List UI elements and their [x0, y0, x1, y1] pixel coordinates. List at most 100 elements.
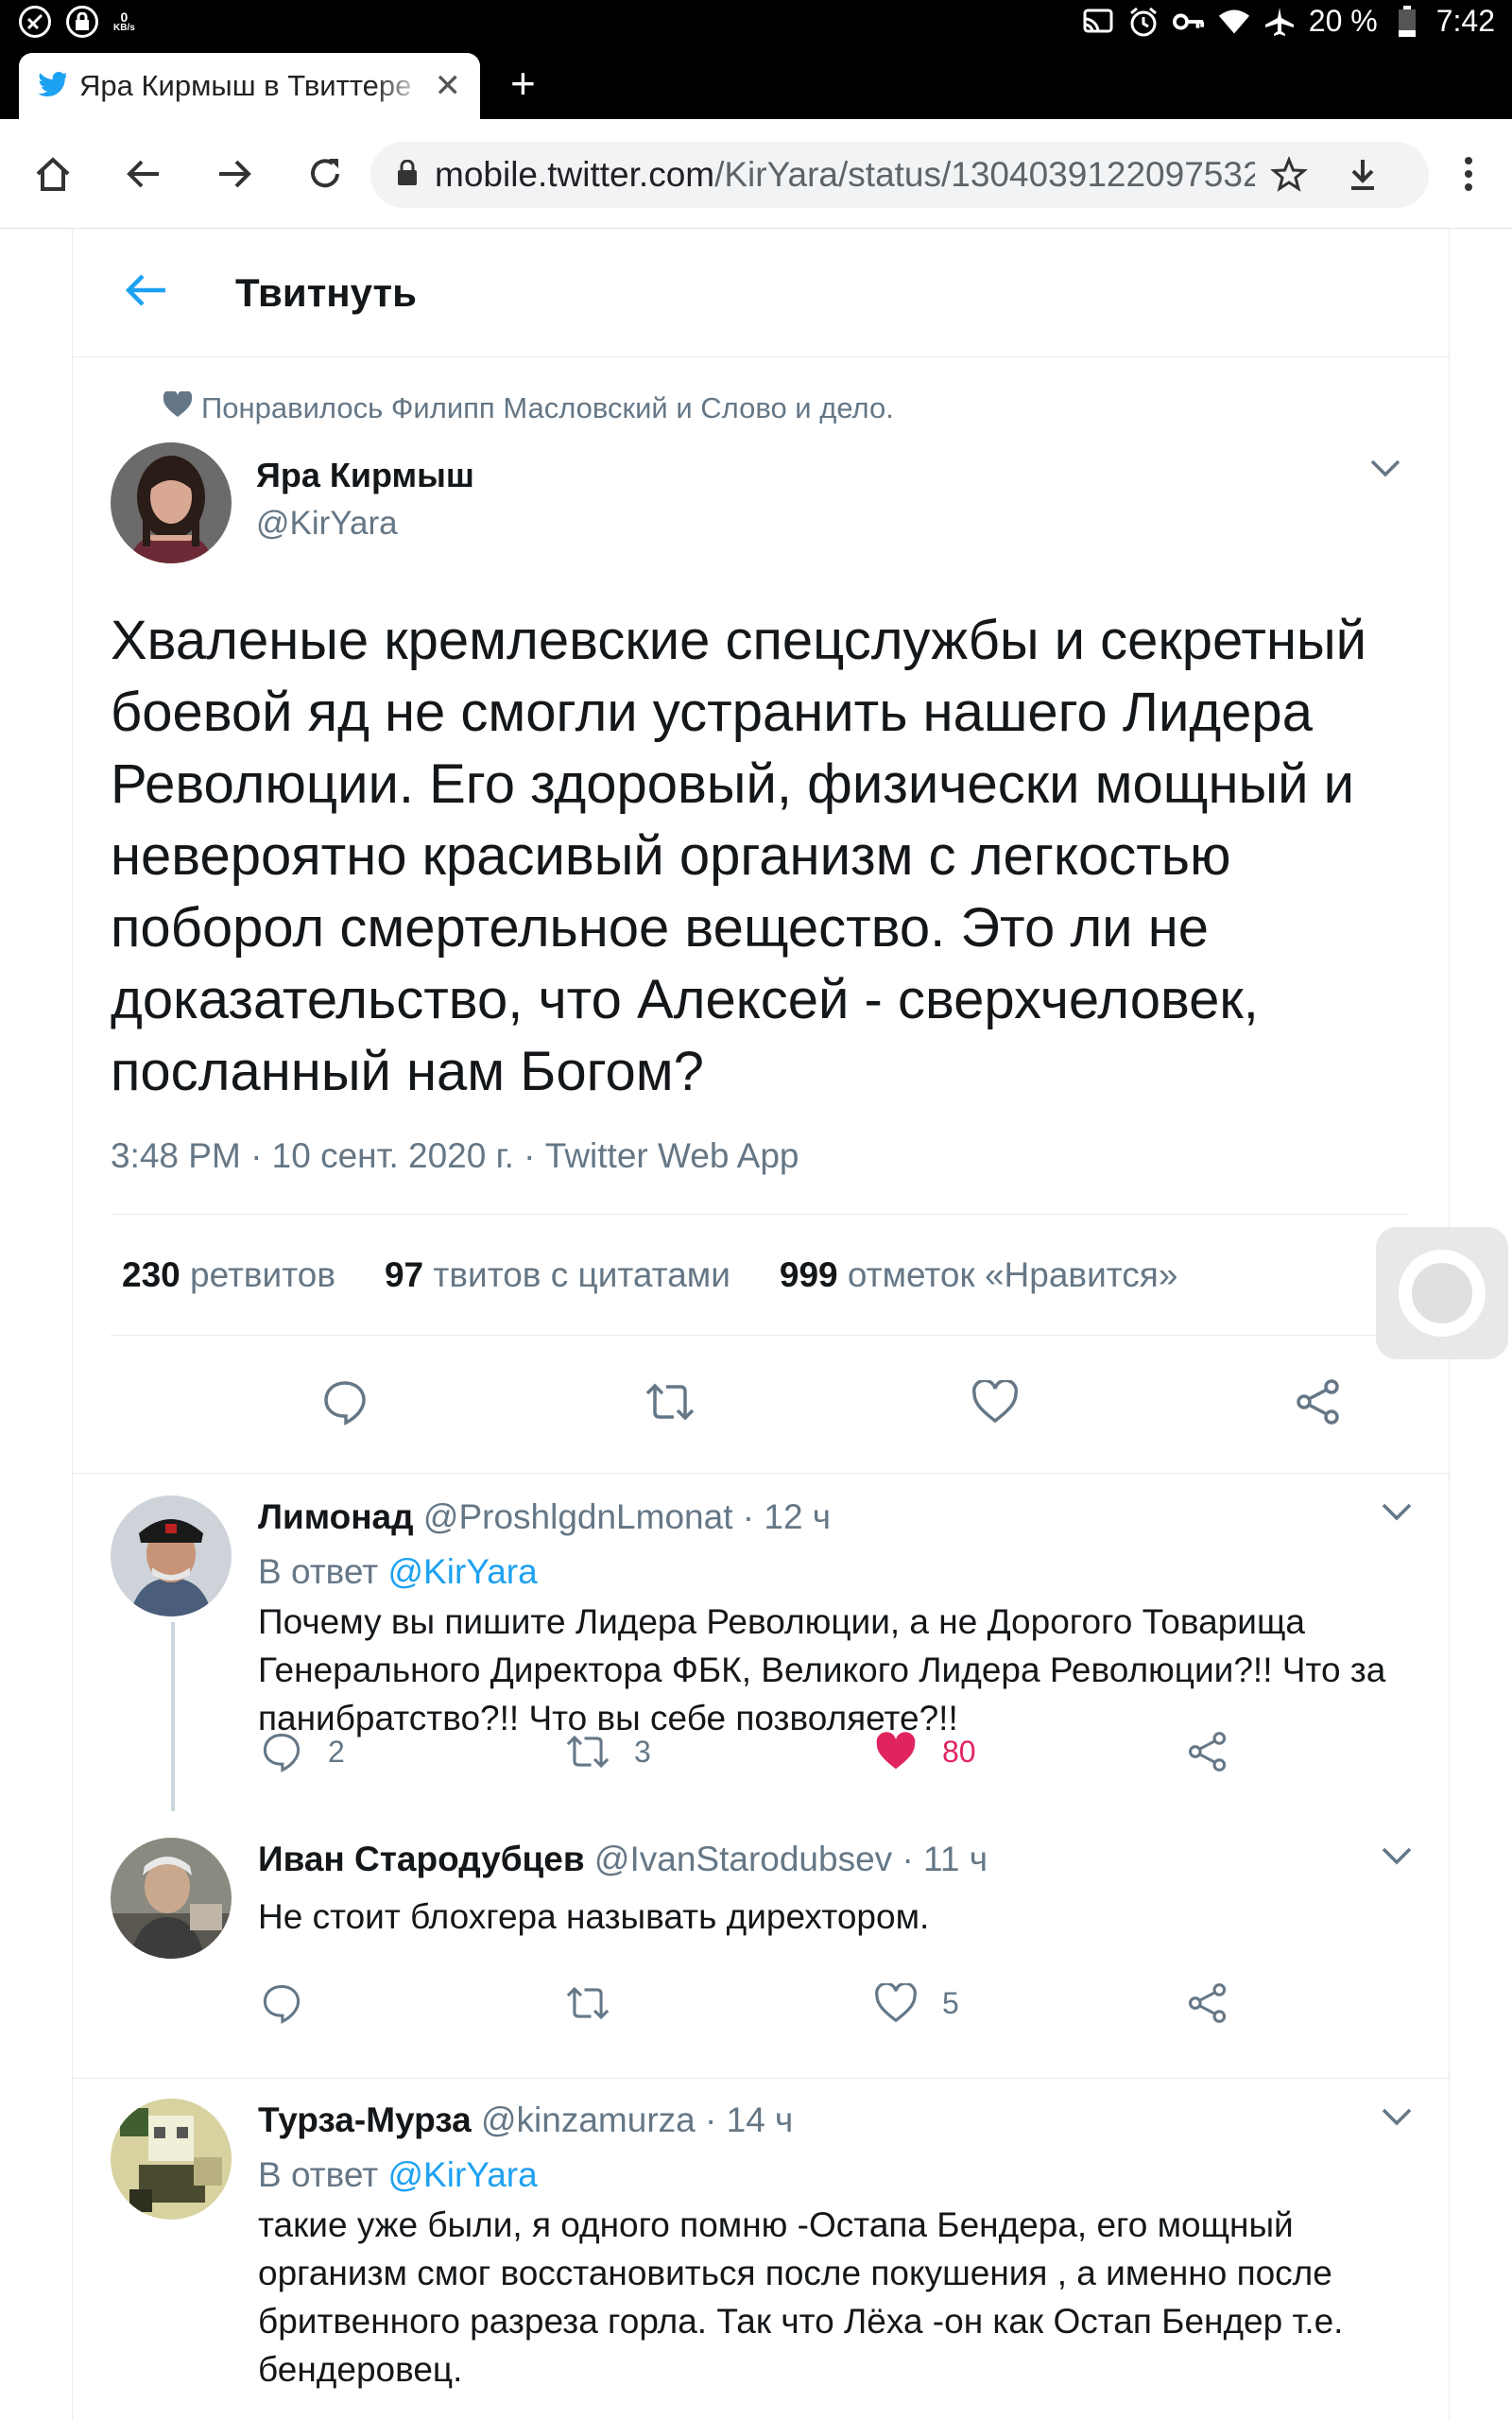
reply-button[interactable] — [258, 1979, 328, 2027]
vpn-lock-icon — [66, 6, 98, 38]
social-context: Понравилось Филипп Масловский и Слово и … — [111, 389, 1409, 425]
tab-title: Яра Кирмыш в Твиттере — [79, 69, 412, 102]
like-button[interactable] — [969, 1375, 1022, 1428]
chevron-down-icon[interactable] — [1369, 458, 1401, 483]
reply-author-handle[interactable]: @kinzamurza — [481, 2100, 696, 2139]
like-button[interactable]: 5 — [872, 1979, 959, 2027]
quotes-label: твитов с цитатами — [433, 1254, 730, 1294]
reply-author-handle[interactable]: @IvanStarodubsev — [594, 1840, 892, 1878]
quotes-count: 97 — [384, 1254, 424, 1294]
reply-tweet[interactable]: Иван Стародубцев @IvanStarodubsev · 11 ч… — [73, 1817, 1451, 2078]
close-tab-icon[interactable]: ✕ — [435, 67, 462, 105]
reply-time[interactable]: · 12 ч — [732, 1497, 831, 1536]
wifi-icon — [1218, 6, 1250, 38]
reply-icon — [258, 1979, 305, 2027]
author-handle[interactable]: @KirYara — [256, 505, 398, 543]
reply-author-name[interactable]: Иван Стародубцев — [258, 1840, 585, 1878]
airplane-mode-icon — [1263, 6, 1296, 38]
tweet-meta[interactable]: 3:48 PM · 10 сент. 2020 г. · Twitter Web… — [111, 1136, 1409, 1215]
reply-text: Почему вы пишите Лидера Революции, а не … — [258, 1602, 1386, 1737]
share-button[interactable] — [1184, 1979, 1231, 2027]
retweet-button[interactable] — [644, 1375, 696, 1428]
share-button[interactable] — [1184, 1728, 1231, 1775]
reply-to: В ответ @KirYara — [258, 2155, 538, 2195]
reply-count: 2 — [328, 1734, 345, 1769]
reply-tweet[interactable]: Турза-Мурза @kinzamurza · 14 ч В ответ @… — [73, 2078, 1451, 2420]
retweet-button[interactable]: 3 — [564, 1728, 651, 1775]
retweets-count: 230 — [122, 1254, 180, 1294]
reply-button[interactable] — [318, 1375, 371, 1428]
retweets-label: ретвитов — [190, 1254, 335, 1294]
address-bar[interactable]: mobile.twitter.com/KirYara/status/130403… — [370, 142, 1429, 208]
battery-icon — [1391, 5, 1423, 38]
network-speed: 0 KB/s — [113, 10, 135, 33]
home-button[interactable] — [26, 147, 79, 200]
reply-to-link[interactable]: @KirYara — [388, 2155, 538, 2194]
bookmark-star-icon[interactable] — [1264, 150, 1314, 199]
avatar[interactable] — [111, 442, 232, 563]
share-icon — [1297, 1379, 1339, 1425]
reply-time[interactable]: · 11 ч — [892, 1840, 988, 1878]
heart-filled-icon — [872, 1728, 919, 1775]
share-icon — [1184, 1979, 1231, 2027]
new-tab-button[interactable]: + — [510, 61, 536, 105]
menu-button[interactable] — [1442, 147, 1495, 200]
social-context-text[interactable]: Понравилось Филипп Масловский и Слово и … — [201, 391, 894, 425]
reload-icon — [311, 159, 339, 188]
alarm-icon — [1127, 6, 1160, 38]
chevron-down-icon[interactable] — [1381, 2106, 1413, 2132]
cast-icon — [1082, 6, 1114, 38]
battery-percent: 20 % — [1308, 4, 1378, 38]
download-icon[interactable] — [1338, 150, 1387, 199]
reply-header: Иван Стародубцев @IvanStarodubsev · 11 ч — [258, 1840, 988, 1879]
url-text[interactable]: mobile.twitter.com/KirYara/status/130403… — [435, 155, 1255, 195]
tab-strip: Яра Кирмыш в Твиттере ✕ + — [0, 49, 1512, 119]
url-host: mobile.twitter.com — [435, 155, 715, 194]
retweets-stat[interactable]: 230 ретвитов — [122, 1255, 335, 1295]
quotes-stat[interactable]: 97 твитов с цитатами — [385, 1255, 730, 1295]
reply-tweet[interactable]: Лимонад @ProshlgdnLmonat · 12 ч В ответ … — [73, 1473, 1451, 1817]
likes-stat[interactable]: 999 отметок «Нравится» — [780, 1255, 1178, 1295]
thread-line — [171, 1622, 175, 1811]
reply-author-handle[interactable]: @ProshlgdnLmonat — [423, 1497, 733, 1536]
assistive-touch-button[interactable] — [1376, 1227, 1508, 1359]
reply-time[interactable]: · 14 ч — [696, 2100, 793, 2139]
clock: 7:42 — [1435, 4, 1495, 38]
browser-tab[interactable]: Яра Кирмыш в Твиттере ✕ — [19, 53, 480, 119]
reply-avatar[interactable] — [111, 1838, 232, 1959]
twitter-bird-icon — [38, 71, 68, 101]
like-count: 5 — [942, 1985, 959, 2020]
retweet-button[interactable] — [564, 1979, 634, 2027]
reply-to: В ответ @KirYara — [258, 1552, 538, 1592]
browser-toolbar: mobile.twitter.com/KirYara/status/130403… — [0, 119, 1512, 229]
chevron-down-icon[interactable] — [1381, 1845, 1413, 1871]
tweet-page: Твитнуть Понравилось Филипп Масловский и… — [72, 229, 1451, 2420]
reply-avatar[interactable] — [111, 2099, 232, 2220]
reply-button[interactable]: 2 — [258, 1728, 345, 1775]
reply-to-link[interactable]: @KirYara — [388, 1552, 538, 1591]
reload-button[interactable] — [299, 147, 352, 200]
back-arrow-icon[interactable] — [124, 271, 167, 314]
share-button[interactable] — [1292, 1375, 1345, 1428]
status-bar: 0 KB/s 20 % 7:42 — [0, 0, 1512, 49]
reply-author-name[interactable]: Турза-Мурза — [258, 2100, 472, 2139]
reply-author-name[interactable]: Лимонад — [258, 1497, 414, 1536]
forward-button[interactable] — [208, 147, 261, 200]
likes-count: 999 — [779, 1254, 838, 1294]
likes-label: отметок «Нравится» — [847, 1254, 1178, 1294]
reply-actions: 5 — [258, 1979, 1392, 2036]
tweet-text: Хваленые кремлевские спецслужбы и секрет… — [111, 610, 1367, 1102]
home-icon — [36, 157, 70, 191]
author-name[interactable]: Яра Кирмыш — [256, 456, 474, 495]
back-button[interactable] — [117, 147, 170, 200]
reply-avatar[interactable] — [111, 1495, 232, 1616]
reply-actions: 2 3 80 — [258, 1728, 1392, 1785]
lock-icon[interactable] — [397, 159, 418, 191]
tweet-actions — [111, 1336, 1409, 1459]
data-saver-icon — [19, 6, 51, 38]
chevron-down-icon[interactable] — [1381, 1501, 1413, 1527]
heart-icon — [971, 1380, 1019, 1424]
like-button[interactable]: 80 — [872, 1728, 976, 1775]
retweet-icon — [564, 1728, 611, 1775]
back-arrow-icon — [127, 160, 159, 188]
